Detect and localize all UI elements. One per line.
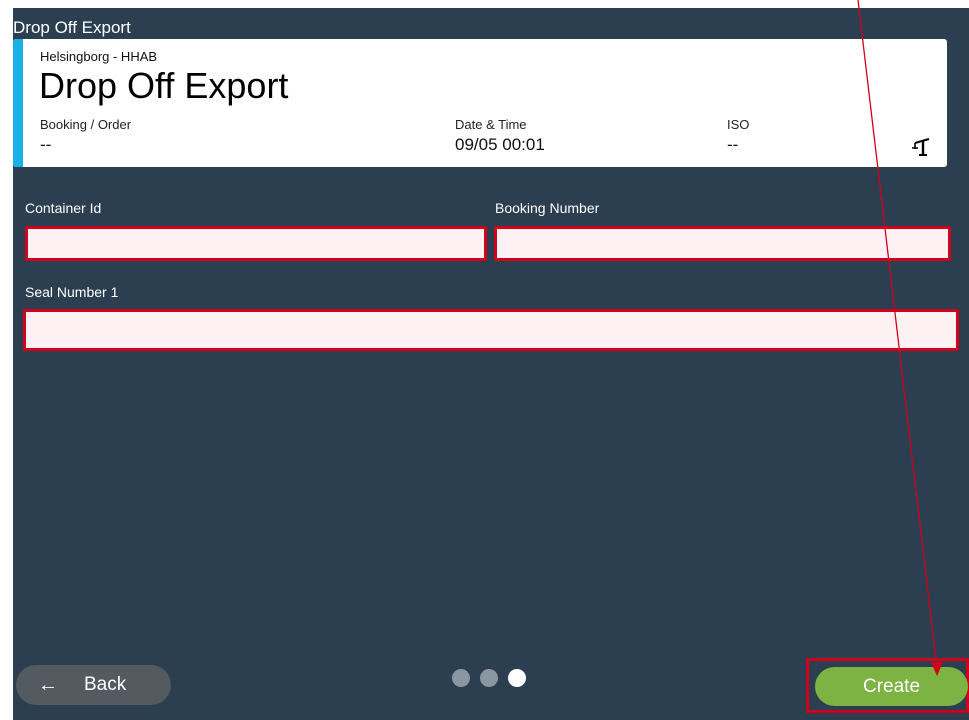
booking-number-label: Booking Number <box>495 200 600 216</box>
arrow-left-icon: ← <box>38 673 58 696</box>
header-card: Helsingborg - HHAB Drop Off Export Booki… <box>13 39 947 167</box>
page-dot-1[interactable] <box>452 669 470 687</box>
iso-value: -- <box>727 135 739 154</box>
page-title: Drop Off Export <box>39 65 289 106</box>
back-button[interactable]: ← Back <box>16 665 171 705</box>
crane-icon[interactable] <box>910 135 932 157</box>
container-id-input[interactable] <box>25 226 487 261</box>
terminal-name: Helsingborg - HHAB <box>40 49 158 64</box>
datetime-label: Date & Time <box>455 117 527 132</box>
back-button-label: Back <box>84 674 127 695</box>
datetime-value: 09/05 00:01 <box>455 135 545 154</box>
booking-order-value: -- <box>40 135 52 154</box>
header-accent-bar <box>13 39 23 167</box>
page-dot-2[interactable] <box>480 669 498 687</box>
booking-number-input[interactable] <box>494 226 951 261</box>
seal-number-input[interactable] <box>23 309 959 351</box>
create-button[interactable]: Create <box>815 667 968 706</box>
create-button-highlight: Create <box>806 658 969 713</box>
seal-number-label: Seal Number 1 <box>25 284 119 300</box>
iso-label: ISO <box>727 117 750 132</box>
page-dot-3-active[interactable] <box>508 669 526 687</box>
app-title: Drop Off Export <box>13 18 131 37</box>
booking-order-label: Booking / Order <box>40 117 132 132</box>
page-indicator <box>452 669 526 687</box>
container-id-label: Container Id <box>25 200 102 216</box>
